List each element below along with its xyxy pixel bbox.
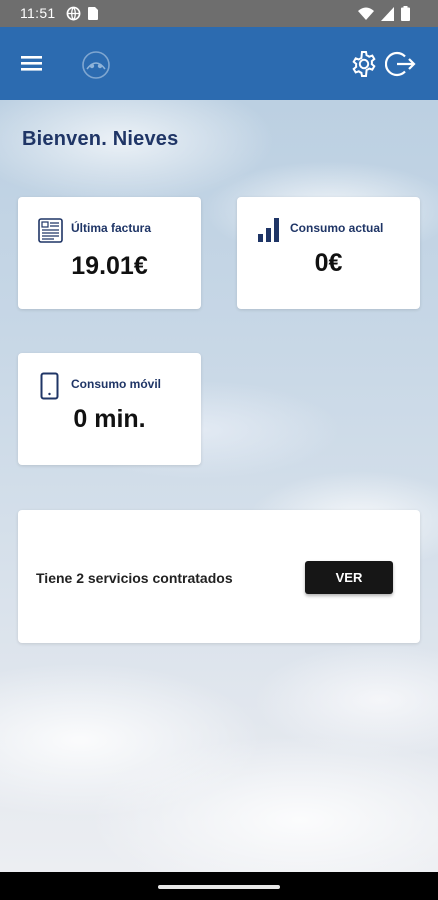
status-time: 11:51 xyxy=(20,5,56,21)
status-left-icons xyxy=(66,6,99,21)
gear-icon[interactable] xyxy=(349,49,379,79)
sim-card-icon xyxy=(88,7,98,20)
app-bar xyxy=(0,27,438,100)
wifi-icon xyxy=(358,7,374,20)
mobile-consumption-value: 0 min. xyxy=(73,405,146,433)
home-gesture-handle[interactable] xyxy=(158,885,280,889)
services-text: Tiene 2 servicios contratados xyxy=(36,570,233,586)
vpn-icon xyxy=(66,6,81,21)
current-consumption-value: 0€ xyxy=(314,249,343,277)
battery-icon xyxy=(401,6,410,21)
status-right-icons xyxy=(358,6,410,21)
services-card: Tiene 2 servicios contratados VER xyxy=(18,510,420,643)
last-invoice-value: 19.01€ xyxy=(71,252,148,280)
welcome-title: Bienven. Nieves xyxy=(22,128,179,150)
mobile-consumption-card[interactable]: Consumo móvil 0 min. xyxy=(18,353,201,465)
last-invoice-label: Última factura xyxy=(71,221,152,235)
current-consumption-card[interactable]: Consumo actual 0€ xyxy=(237,197,420,309)
signal-bars-icon xyxy=(258,218,279,242)
app-logo-icon xyxy=(82,51,110,79)
system-nav-bar xyxy=(0,872,438,900)
current-consumption-label: Consumo actual xyxy=(290,221,384,235)
signal-icon xyxy=(381,6,394,21)
mobile-consumption-label: Consumo móvil xyxy=(71,377,162,391)
mobile-phone-icon xyxy=(40,372,59,400)
dashboard-content: Bienven. Nieves Última factura 19.01€ Co… xyxy=(0,100,438,872)
hamburger-menu-icon[interactable] xyxy=(20,53,44,73)
ver-button[interactable]: VER xyxy=(305,561,393,594)
logout-icon[interactable] xyxy=(385,49,417,79)
invoice-icon xyxy=(38,218,63,243)
status-bar: 11:51 xyxy=(0,0,438,27)
last-invoice-card[interactable]: Última factura 19.01€ xyxy=(18,197,201,309)
